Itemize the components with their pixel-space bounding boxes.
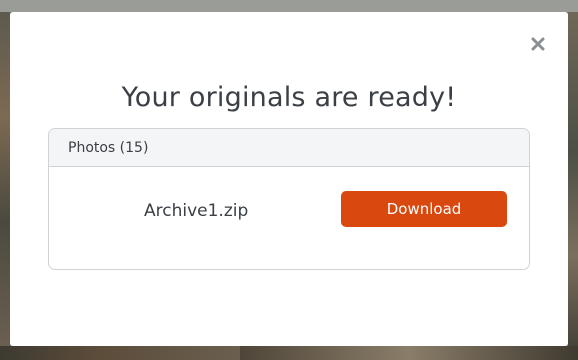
background-photo-right [568, 12, 578, 360]
archive-file-name: Archive1.zip [144, 201, 249, 221]
download-button[interactable]: Download [341, 191, 507, 227]
background-photo-bottom-right [240, 346, 578, 360]
card-header: Photos (15) [49, 129, 529, 167]
background-photo-left [0, 12, 10, 360]
close-button[interactable] [528, 34, 548, 54]
download-modal: Your originals are ready! Photos (15) Ar… [10, 12, 568, 346]
close-icon [531, 37, 545, 51]
modal-title: Your originals are ready! [121, 82, 457, 113]
archive-card: Photos (15) Archive1.zip Download [48, 128, 530, 270]
background-photo-strip [0, 0, 578, 12]
background-photo-bottom-left [0, 346, 240, 360]
